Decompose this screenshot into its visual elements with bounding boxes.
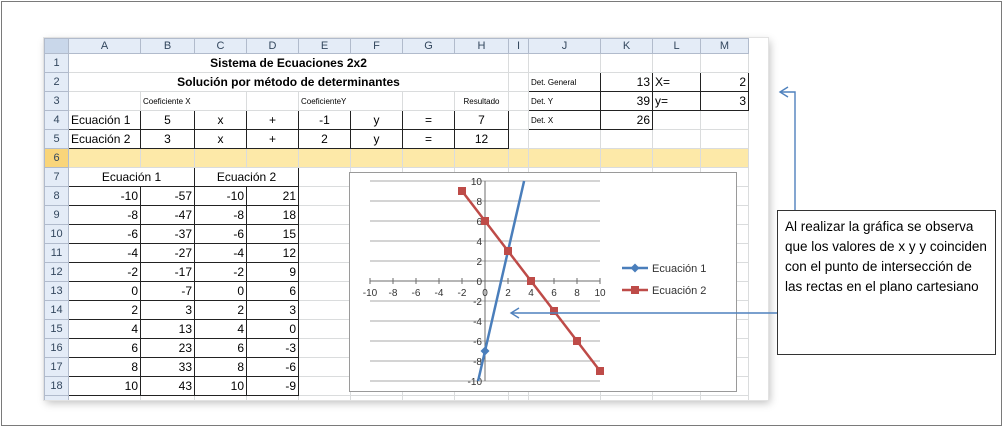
arrow-to-results xyxy=(778,86,796,210)
arrow-line xyxy=(780,91,796,210)
annotation-arrows xyxy=(509,86,796,319)
arrow-to-intersection xyxy=(509,307,777,319)
